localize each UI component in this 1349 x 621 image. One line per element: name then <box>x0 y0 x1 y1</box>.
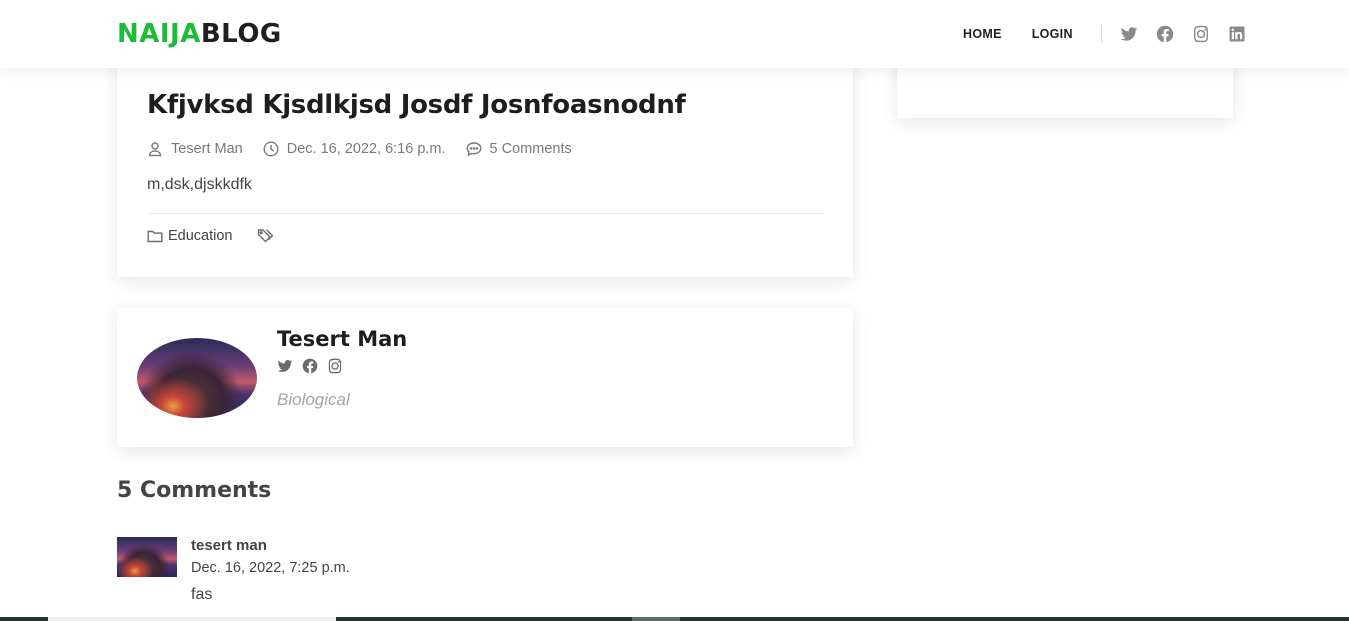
instagram-icon[interactable] <box>327 358 343 374</box>
nav-login-link[interactable]: LOGIN <box>1032 27 1073 41</box>
nav-separator <box>1100 25 1102 43</box>
header-social-links <box>1120 25 1264 43</box>
twitter-icon[interactable] <box>1120 25 1138 43</box>
logo-part-naija: NAIJA <box>117 19 201 49</box>
post-taxonomy: Education <box>147 228 278 244</box>
post-author[interactable]: Tesert Man <box>147 141 243 157</box>
clock-icon <box>263 141 279 157</box>
author-avatar[interactable] <box>137 338 257 418</box>
site-logo[interactable]: NAIJABLOG <box>117 18 282 50</box>
comment-author: tesert man <box>191 537 267 554</box>
post-meta: Tesert Man Dec. 16, 2022, 6:16 p.m. 5 Co… <box>147 141 592 157</box>
linkedin-icon[interactable] <box>1228 25 1246 43</box>
post-date: Dec. 16, 2022, 6:16 p.m. <box>263 141 446 157</box>
author-card: Tesert Man Biological <box>117 308 853 447</box>
bottom-strip <box>0 617 1349 621</box>
post-date-text: Dec. 16, 2022, 6:16 p.m. <box>286 141 446 157</box>
post-title: Kfjvksd Kjsdlkjsd Josdf Josnfoasnodnf <box>147 90 686 120</box>
comments-title: 5 Comments <box>117 478 272 503</box>
post-author-name: Tesert Man <box>171 141 243 157</box>
post-comments-count-text: 5 Comments <box>489 141 572 157</box>
site-header: NAIJABLOG HOME LOGIN <box>0 0 1349 68</box>
comment-date: Dec. 16, 2022, 7:25 p.m. <box>191 560 350 576</box>
instagram-icon[interactable] <box>1192 25 1210 43</box>
author-social-links <box>277 358 352 374</box>
post-divider <box>147 213 824 214</box>
logo-part-blog: BLOG <box>200 19 282 49</box>
folder-icon <box>147 230 163 243</box>
comment-avatar <box>117 537 177 577</box>
post-excerpt: m,dsk,djskkdfk <box>147 176 252 193</box>
main-nav: HOME LOGIN <box>963 24 1264 44</box>
comment-icon <box>466 142 482 157</box>
post-comments-count[interactable]: 5 Comments <box>466 141 572 157</box>
post-card: Kfjvksd Kjsdlkjsd Josdf Josnfoasnodnf Te… <box>117 40 853 277</box>
bottom-strip-segment <box>48 617 336 621</box>
bottom-strip-segment <box>632 617 680 621</box>
author-bio: Biological <box>277 390 350 409</box>
tags-icon <box>257 229 273 243</box>
nav-home-link[interactable]: HOME <box>963 27 1002 41</box>
author-name[interactable]: Tesert Man <box>277 327 407 351</box>
facebook-icon[interactable] <box>1156 25 1174 43</box>
comment-body: fas <box>191 586 213 603</box>
twitter-icon[interactable] <box>277 358 293 374</box>
user-icon <box>148 142 162 157</box>
facebook-icon[interactable] <box>302 358 318 374</box>
post-category-link[interactable]: Education <box>168 228 233 244</box>
